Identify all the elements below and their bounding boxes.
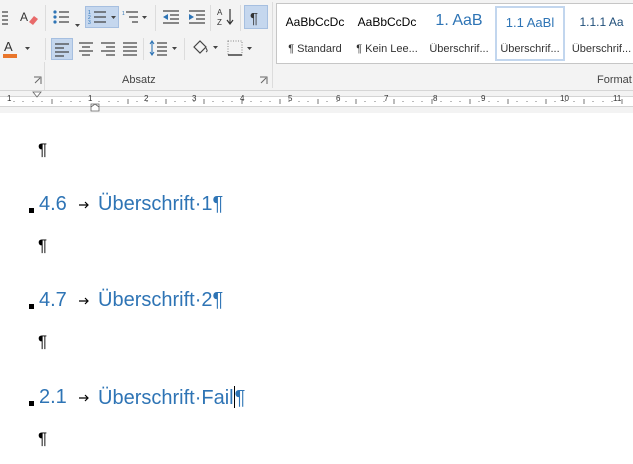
style-heading-3[interactable]: 1.1.1 Aa Überschrif... bbox=[569, 6, 633, 61]
svg-text:3: 3 bbox=[88, 20, 91, 26]
ruler-number: 1 bbox=[88, 94, 93, 103]
ruler-number: 3 bbox=[192, 94, 197, 103]
ruler-number: 6 bbox=[336, 94, 341, 103]
bullets-icon[interactable] bbox=[52, 9, 74, 25]
numbering-icon[interactable]: 123 bbox=[85, 6, 119, 28]
align-left-icon[interactable] bbox=[51, 38, 73, 60]
heading-text: Überschrift·1¶ bbox=[98, 193, 224, 215]
style-heading-2[interactable]: 1.1 AaBl Überschrif... bbox=[495, 6, 565, 61]
multilevel-list-icon[interactable]: 1 bbox=[122, 9, 148, 25]
svg-text:A: A bbox=[20, 10, 28, 24]
style-name: Überschrif... bbox=[429, 43, 489, 55]
decrease-indent-icon[interactable] bbox=[162, 9, 180, 25]
tab-arrow-icon bbox=[79, 201, 89, 209]
paragraph-mark: ¶ bbox=[38, 140, 48, 159]
heading-text: Überschrift·2¶ bbox=[98, 289, 224, 311]
paragraph-mark: ¶ bbox=[38, 332, 48, 351]
ruler-number: 1 bbox=[7, 94, 12, 103]
line-spacing-icon[interactable] bbox=[1, 9, 11, 25]
style-preview: AaBbCcDc bbox=[285, 15, 345, 29]
list-marker bbox=[29, 401, 34, 406]
list-marker bbox=[29, 304, 34, 309]
justify-icon[interactable] bbox=[121, 39, 139, 57]
increase-indent-icon[interactable] bbox=[188, 9, 206, 25]
styles-group-label: Format bbox=[597, 74, 632, 86]
style-preview: 1.1 AaBl bbox=[505, 15, 555, 30]
style-name: Überschrif... bbox=[571, 43, 632, 55]
dialog-launcher-icon[interactable] bbox=[33, 76, 42, 85]
style-name: Überschrif... bbox=[500, 43, 560, 55]
svg-text:1: 1 bbox=[122, 11, 125, 17]
paragraph-mark: ¶ bbox=[38, 429, 48, 448]
tab-arrow-icon bbox=[79, 394, 89, 402]
heading-paragraph-mark: ¶ bbox=[234, 387, 246, 409]
svg-text:Z: Z bbox=[217, 18, 222, 27]
ruler-number: 2 bbox=[144, 94, 149, 103]
ruler-number: 11 bbox=[613, 94, 622, 103]
document-body[interactable]: ¶ 4.6 Überschrift·1¶ ¶ 4.7 Überschrift·2… bbox=[0, 113, 633, 464]
ruler-number: 10 bbox=[560, 94, 569, 103]
paragraph-dialog-launcher-icon[interactable] bbox=[259, 76, 268, 85]
paragraph-mark: ¶ bbox=[38, 236, 48, 255]
ruler-number: 5 bbox=[288, 94, 293, 103]
style-heading-1[interactable]: 1. AaB Überschrif... bbox=[425, 6, 493, 61]
heading-text-before-cursor: Überschrift·Fail bbox=[98, 387, 234, 409]
svg-text:A: A bbox=[4, 39, 13, 54]
heading-number: 2.1 bbox=[39, 386, 67, 408]
clear-formatting-icon[interactable]: A bbox=[20, 8, 40, 26]
tab-arrow-icon bbox=[79, 297, 89, 305]
style-standard[interactable]: AaBbCcDc ¶ Standard bbox=[281, 6, 349, 61]
sort-icon[interactable]: AZ bbox=[217, 7, 235, 27]
ruler-number: 9 bbox=[481, 94, 486, 103]
ruler-number: 4 bbox=[240, 94, 245, 103]
show-paragraph-marks-icon[interactable]: ¶ bbox=[244, 5, 268, 29]
heading-text: Überschrift·Fail¶ bbox=[98, 386, 245, 410]
svg-text:A: A bbox=[217, 8, 223, 17]
list-marker bbox=[29, 208, 34, 213]
svg-text:¶: ¶ bbox=[250, 10, 258, 27]
heading-number: 4.6 bbox=[39, 193, 67, 215]
font-color-icon[interactable]: A bbox=[3, 38, 33, 60]
align-right-icon[interactable] bbox=[99, 39, 117, 57]
styles-gallery: AaBbCcDc ¶ Standard AaBbCcDc ¶ Kein Lee.… bbox=[276, 3, 633, 64]
paragraph-group-label: Absatz bbox=[122, 74, 156, 86]
style-preview: 1. AaB bbox=[435, 12, 483, 29]
style-name: ¶ Standard bbox=[288, 43, 342, 55]
style-preview: 1.1.1 Aa bbox=[579, 15, 624, 29]
ruler-number: 8 bbox=[433, 94, 438, 103]
shading-icon[interactable] bbox=[191, 38, 221, 58]
ribbon: A 123 1 AZ ¶ A Absatz Format AaBbCcDc ¶ … bbox=[0, 0, 633, 91]
paragraph-spacing-icon[interactable] bbox=[149, 39, 179, 57]
style-kein-leerraum[interactable]: AaBbCcDc ¶ Kein Lee... bbox=[353, 6, 421, 61]
horizontal-ruler[interactable]: 1 1 2 3 4 5 6 7 8 9 10 11 bbox=[0, 91, 633, 113]
style-preview: AaBbCcDc bbox=[357, 15, 417, 29]
borders-icon[interactable] bbox=[226, 39, 256, 57]
style-name: ¶ Kein Lee... bbox=[356, 43, 418, 55]
ruler-number: 7 bbox=[384, 94, 389, 103]
align-center-icon[interactable] bbox=[77, 39, 95, 57]
heading-number: 4.7 bbox=[39, 289, 67, 311]
